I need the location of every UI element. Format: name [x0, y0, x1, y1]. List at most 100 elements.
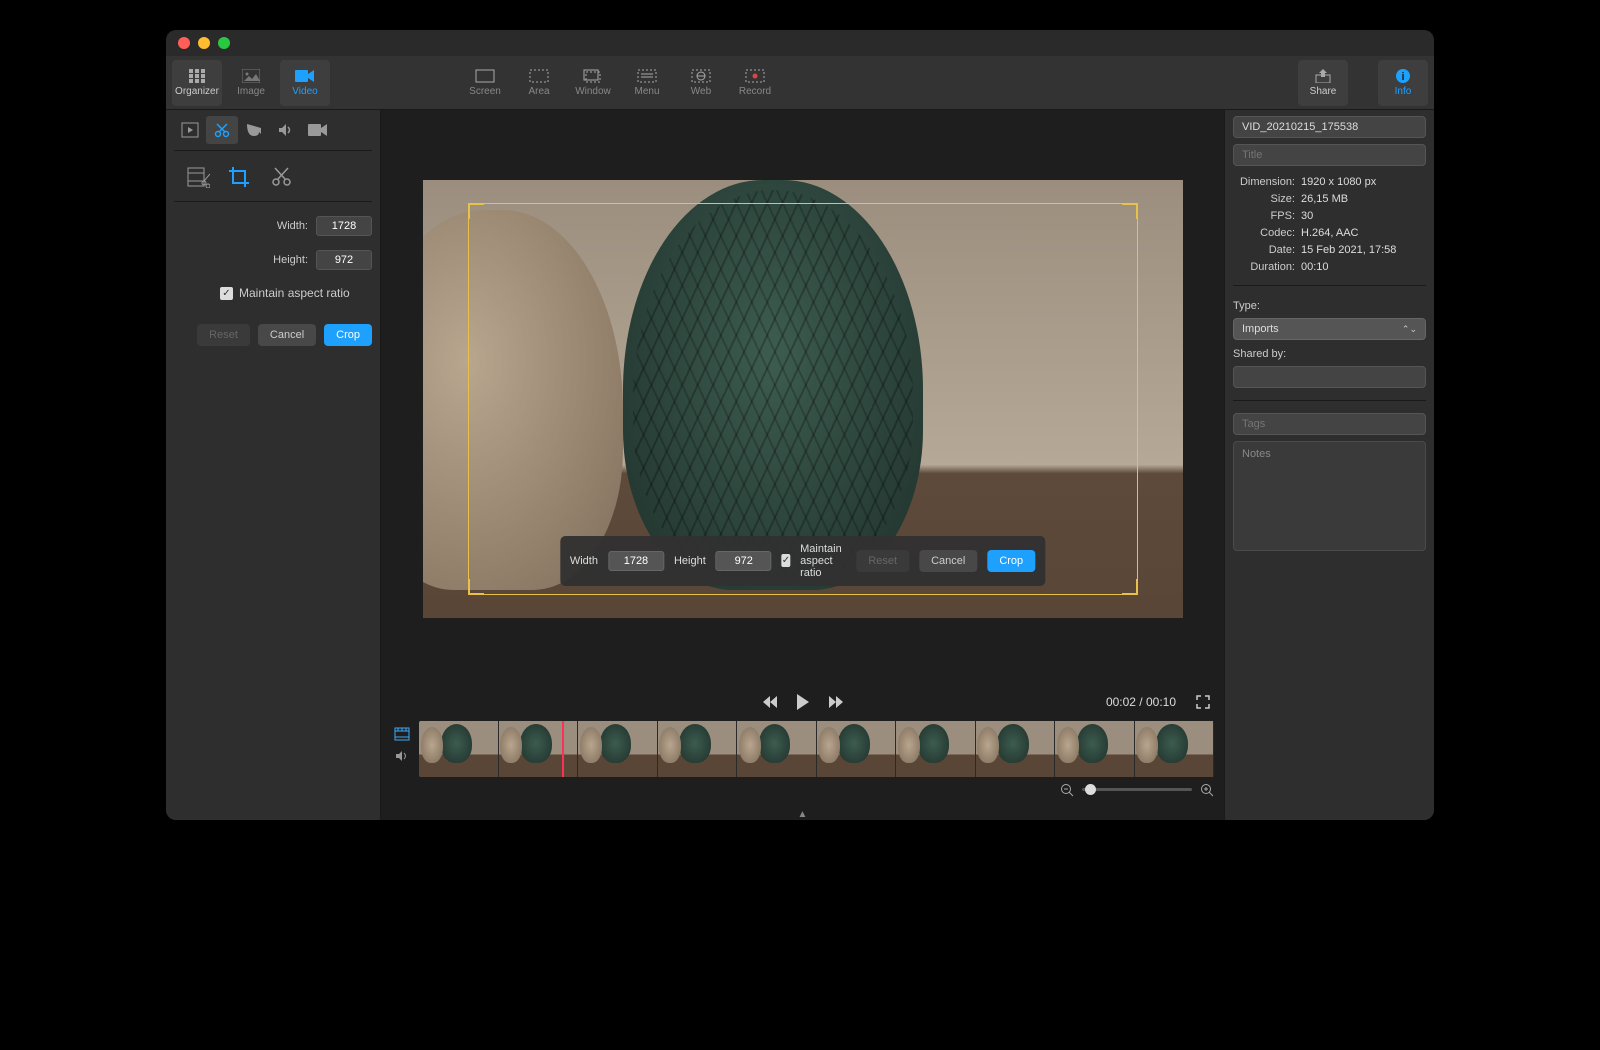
timeline-frame: [419, 721, 499, 777]
left-panel: Width: Height: ✓ Maintain aspect ratio R…: [166, 110, 381, 820]
tab-label: Image: [237, 86, 265, 97]
capture-window-button[interactable]: Window: [568, 60, 618, 106]
grid-icon: [186, 68, 208, 84]
height-input[interactable]: [316, 250, 372, 270]
timeline-frame: [976, 721, 1056, 777]
timeline-frame: [737, 721, 817, 777]
tab-label: Screen: [469, 86, 501, 97]
tab-label: Organizer: [175, 86, 219, 97]
reset-button[interactable]: Reset: [197, 324, 250, 346]
capture-area-button[interactable]: Area: [514, 60, 564, 106]
tab-label: Record: [739, 86, 771, 97]
type-label: Type:: [1233, 300, 1426, 312]
overlay-height-label: Height: [674, 555, 706, 567]
split-mode-button[interactable]: [268, 163, 296, 191]
chevron-updown-icon: ⌃⌄: [1402, 324, 1417, 335]
tab-label: Web: [691, 86, 711, 97]
video-preview[interactable]: Width Height ✓ Maintain aspect ratio Res…: [423, 180, 1183, 618]
video-camera-icon: [294, 68, 316, 84]
cancel-button[interactable]: Cancel: [258, 324, 316, 346]
area-icon: [528, 68, 550, 84]
overlay-width-label: Width: [570, 555, 598, 567]
step-forward-button[interactable]: [827, 694, 845, 710]
audio-tool-tab[interactable]: [270, 116, 302, 144]
annotate-tool-tab[interactable]: [238, 116, 270, 144]
panel-drag-handle[interactable]: ▲: [381, 808, 1224, 820]
timeline-frame: [499, 721, 579, 777]
fullscreen-button[interactable]: [1196, 695, 1210, 709]
overlay-cancel-button[interactable]: Cancel: [919, 550, 977, 572]
height-label: Height:: [273, 254, 308, 266]
fps-label: FPS:: [1233, 210, 1295, 222]
window-icon: [582, 68, 604, 84]
tab-label: Video: [292, 86, 317, 97]
overlay-height-input[interactable]: [716, 551, 772, 571]
timeline-frame: [658, 721, 738, 777]
capture-menu-button[interactable]: Menu: [622, 60, 672, 106]
tab-label: Info: [1395, 86, 1412, 97]
width-input[interactable]: [316, 216, 372, 236]
image-icon: [240, 68, 262, 84]
timeline-frame: [578, 721, 658, 777]
tab-label: Window: [575, 86, 611, 97]
timeline-frame: [817, 721, 897, 777]
filename-field[interactable]: [1233, 116, 1426, 138]
zoom-out-icon[interactable]: [1060, 783, 1074, 797]
trim-mode-button[interactable]: [184, 163, 212, 191]
crop-handle-bl[interactable]: [468, 579, 484, 595]
share-icon: [1312, 68, 1334, 84]
film-track-icon: [394, 727, 410, 741]
maintain-aspect-checkbox[interactable]: ✓: [220, 287, 233, 300]
title-field[interactable]: [1233, 144, 1426, 166]
size-value: 26,15 MB: [1301, 193, 1426, 205]
web-icon: [690, 68, 712, 84]
play-tool-tab[interactable]: [174, 116, 206, 144]
app-window: Organizer Image Video Screen Area: [166, 30, 1434, 820]
video-tab[interactable]: Video: [280, 60, 330, 106]
timeline-thumbnails[interactable]: [419, 721, 1214, 777]
organizer-tab[interactable]: Organizer: [172, 60, 222, 106]
overlay-reset-button[interactable]: Reset: [856, 550, 909, 572]
crop-handle-tr[interactable]: [1122, 203, 1138, 219]
info-button[interactable]: i Info: [1378, 60, 1428, 106]
window-close-button[interactable]: [178, 37, 190, 49]
codec-label: Codec:: [1233, 227, 1295, 239]
overlay-width-input[interactable]: [608, 551, 664, 571]
share-button[interactable]: Share: [1298, 60, 1348, 106]
overlay-maintain-checkbox[interactable]: ✓: [782, 554, 790, 567]
zoom-in-icon[interactable]: [1200, 783, 1214, 797]
zoom-slider[interactable]: [1082, 788, 1192, 791]
playhead[interactable]: [562, 721, 564, 777]
crop-overlay-bar: Width Height ✓ Maintain aspect ratio Res…: [560, 536, 1045, 586]
capture-web-button[interactable]: Web: [676, 60, 726, 106]
titlebar: [166, 30, 1434, 56]
overlay-crop-button[interactable]: Crop: [987, 550, 1035, 572]
play-button[interactable]: [795, 693, 811, 711]
window-minimize-button[interactable]: [198, 37, 210, 49]
capture-screen-button[interactable]: Screen: [460, 60, 510, 106]
crop-button[interactable]: Crop: [324, 324, 372, 346]
screen-icon: [474, 68, 496, 84]
camera-tool-tab[interactable]: [302, 116, 334, 144]
main-toolbar: Organizer Image Video Screen Area: [166, 56, 1434, 110]
info-icon: i: [1392, 68, 1414, 84]
dimension-value: 1920 x 1080 px: [1301, 176, 1426, 188]
maintain-aspect-label: Maintain aspect ratio: [239, 286, 350, 300]
notes-field[interactable]: Notes: [1233, 441, 1426, 551]
crop-handle-tl[interactable]: [468, 203, 484, 219]
zoom-slider-knob[interactable]: [1085, 784, 1096, 795]
tab-label: Share: [1310, 86, 1337, 97]
step-back-button[interactable]: [761, 694, 779, 710]
shared-by-field[interactable]: [1233, 366, 1426, 388]
date-label: Date:: [1233, 244, 1295, 256]
audio-track-icon: [394, 749, 410, 763]
cut-tool-tab[interactable]: [206, 116, 238, 144]
duration-value: 00:10: [1301, 261, 1426, 273]
crop-handle-br[interactable]: [1122, 579, 1138, 595]
tags-field[interactable]: [1233, 413, 1426, 435]
crop-mode-button[interactable]: [226, 163, 254, 191]
image-tab[interactable]: Image: [226, 60, 276, 106]
window-maximize-button[interactable]: [218, 37, 230, 49]
type-select[interactable]: Imports ⌃⌄: [1233, 318, 1426, 340]
record-button[interactable]: Record: [730, 60, 780, 106]
